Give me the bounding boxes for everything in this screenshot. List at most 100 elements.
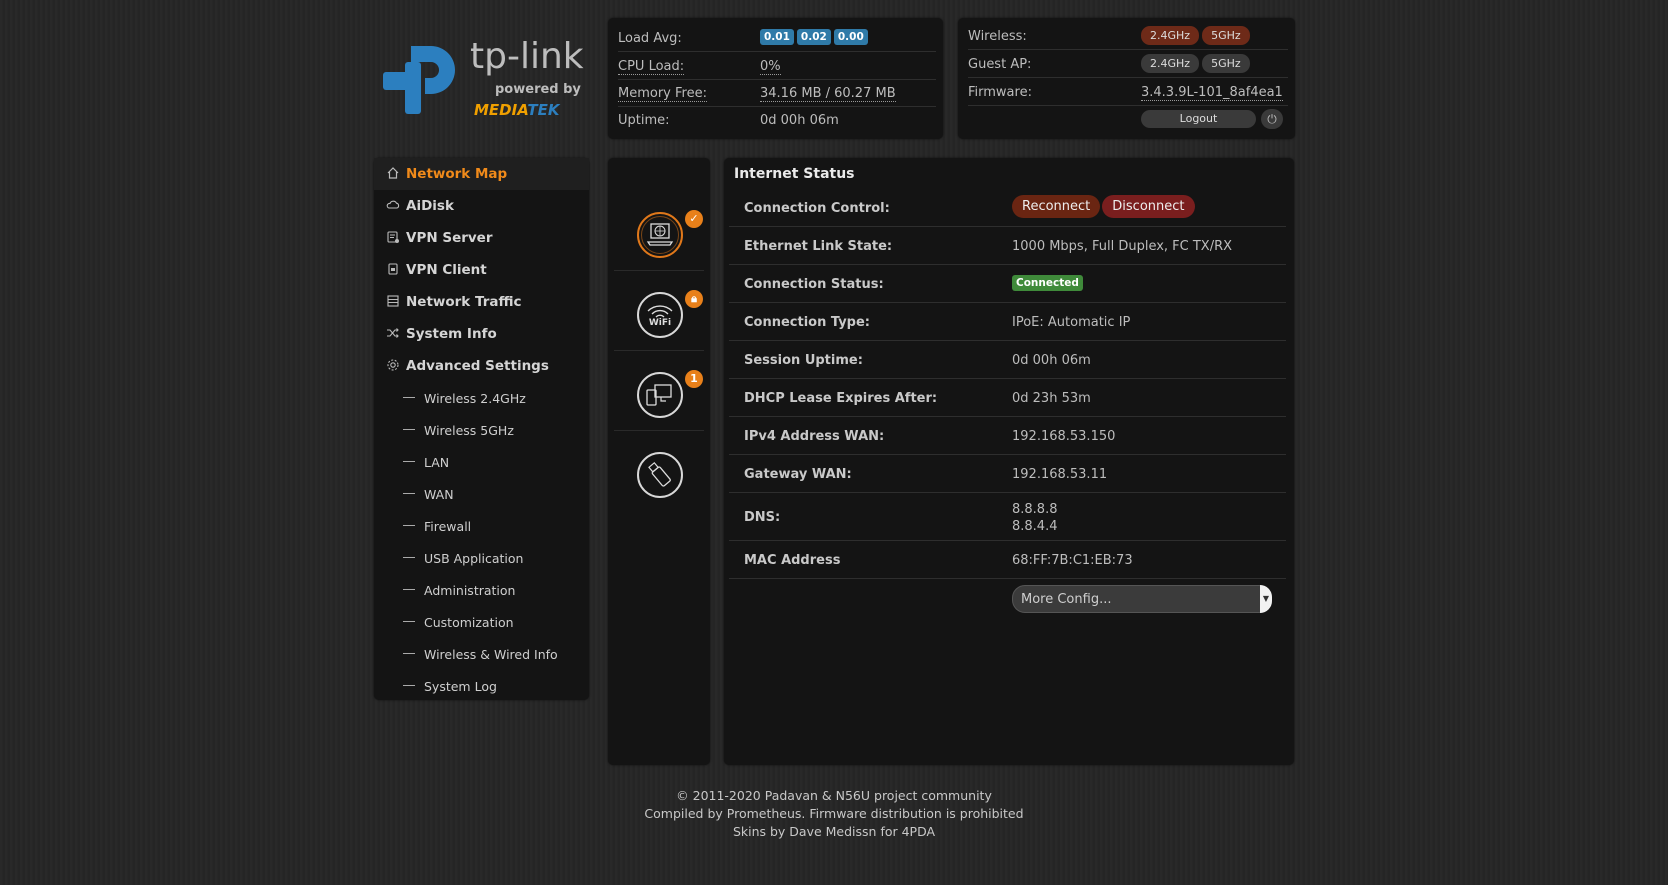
devices-icon[interactable] — [637, 372, 683, 418]
sidebar-sub-label: USB Application — [424, 551, 524, 566]
sidebar-sub-system-log[interactable]: System Log — [374, 670, 589, 702]
cpu-load-row: CPU Load: 0% — [618, 52, 936, 80]
dash-marker — [403, 557, 415, 558]
session-uptime-row: Session Uptime: 0d 00h 06m — [729, 341, 1286, 379]
sidebar-sub-firewall[interactable]: Firewall — [374, 510, 589, 542]
radio-status-panel: Wireless: 2.4GHz 5GHz Guest AP: 2.4GHz 5GH… — [958, 18, 1295, 139]
chevron-down-icon[interactable]: ▼ — [1260, 585, 1272, 613]
guest-ap-label: Guest AP: — [968, 57, 1032, 72]
uptime-row: Uptime: 0d 00h 06m — [618, 106, 936, 133]
load-avg-values: 0.01 0.02 0.00 — [760, 29, 871, 45]
wifi-status-tile[interactable]: WiFi 🔒︎ — [614, 270, 704, 351]
sidebar-item-system-info[interactable]: System Info — [374, 318, 589, 350]
memory-row: Memory Free: 34.16 MB / 60.27 MB — [618, 79, 936, 107]
internet-status-tile[interactable]: ✓ — [614, 190, 704, 271]
footer: © 2011-2020 Padavan & N56U project commu… — [560, 787, 1108, 841]
disconnect-button[interactable]: Disconnect — [1102, 195, 1195, 218]
memory-label[interactable]: Memory Free: — [618, 86, 707, 102]
connection-type-label: Connection Type: — [744, 315, 871, 330]
uptime-label: Uptime: — [618, 113, 670, 128]
sidebar-item-network-traffic[interactable]: Network Traffic — [374, 286, 589, 318]
sidebar-item-vpn-server[interactable]: VPN Server — [374, 222, 589, 254]
ipv4-value: 192.168.53.150 — [1012, 429, 1116, 444]
ethernet-label: Ethernet Link State: — [744, 239, 893, 254]
wireless-label: Wireless: — [968, 29, 1027, 44]
sidebar-sub-label: System Log — [424, 679, 497, 694]
wireless-24-toggle[interactable]: 2.4GHz — [1141, 26, 1200, 45]
sidebar-item-label: Network Map — [406, 166, 508, 182]
brand-wordmark: tp-link — [470, 36, 584, 77]
sidebar-sub-usb-application[interactable]: USB Application — [374, 542, 589, 574]
status-badge: Connected — [1012, 275, 1083, 291]
wifi-icon[interactable]: WiFi — [637, 292, 683, 338]
sidebar-sub-wireless-wired-info[interactable]: Wireless & Wired Info — [374, 638, 589, 670]
sidebar-item-label: System Info — [406, 326, 497, 342]
network-map-icons: ✓ WiFi 🔒︎ 1 — [608, 158, 710, 765]
check-icon: ✓ — [685, 210, 703, 228]
sidebar-item-label: VPN Client — [406, 262, 487, 278]
memory-value[interactable]: 34.16 MB / 60.27 MB — [760, 86, 896, 102]
sidebar-sub-wireless-5[interactable]: Wireless 5GHz — [374, 414, 589, 446]
more-config-label: More Config... — [1021, 592, 1112, 607]
mac-row: MAC Address 68:FF:7B:C1:EB:73 — [729, 541, 1286, 579]
sidebar-sub-label: Firewall — [424, 519, 472, 534]
sidebar-sub-wireless-24[interactable]: Wireless 2.4GHz — [374, 382, 589, 414]
sidebar-item-label: AiDisk — [406, 198, 454, 214]
connection-control-label: Connection Control: — [744, 201, 890, 216]
mediatek-wordmark: MEDIATEK — [474, 101, 560, 119]
connection-status-row: Connection Status: Connected — [729, 265, 1286, 303]
internet-status-panel: Internet Status Connection Control: Reco… — [724, 158, 1294, 765]
cpu-load-value[interactable]: 0% — [760, 59, 781, 75]
gear-icon — [386, 358, 400, 372]
traffic-icon — [386, 294, 400, 308]
cloud-icon — [386, 198, 400, 212]
wireless-row: Wireless: 2.4GHz 5GHz — [968, 22, 1288, 50]
load-avg-1: 0.01 — [760, 29, 794, 45]
guest-ap-row: Guest AP: 2.4GHz 5GHz — [968, 50, 1288, 78]
guest-5-toggle[interactable]: 5GHz — [1202, 54, 1250, 73]
dhcp-lease-value: 0d 23h 53m — [1012, 391, 1091, 406]
tp-link-logo-mark — [383, 46, 455, 114]
usb-status-tile[interactable] — [614, 430, 704, 510]
vpn-server-icon — [386, 230, 400, 244]
sidebar-item-network-map[interactable]: Network Map — [374, 158, 589, 190]
cpu-load-label[interactable]: CPU Load: — [618, 59, 685, 75]
dns-primary: 8.8.8.8 — [1012, 502, 1058, 517]
reconnect-button[interactable]: Reconnect — [1012, 195, 1101, 218]
guest-24-toggle[interactable]: 2.4GHz — [1141, 54, 1200, 73]
sidebar-sub-administration[interactable]: Administration — [374, 574, 589, 606]
internet-icon[interactable] — [637, 212, 683, 258]
clients-status-tile[interactable]: 1 — [614, 350, 704, 431]
logout-button[interactable]: Logout — [1141, 110, 1256, 128]
dash-marker — [403, 397, 415, 398]
dash-marker — [403, 621, 415, 622]
connection-status-value: Connected — [1012, 275, 1083, 291]
sidebar-sub-wan[interactable]: WAN — [374, 478, 589, 510]
dns-label: DNS: — [744, 510, 781, 525]
sidebar-sub-customization[interactable]: Customization — [374, 606, 589, 638]
system-status-panel: Load Avg: 0.01 0.02 0.00 CPU Load: 0% Memo… — [608, 18, 943, 139]
ipv4-row: IPv4 Address WAN: 192.168.53.150 — [729, 417, 1286, 455]
dash-marker — [403, 685, 415, 686]
dash-marker — [403, 589, 415, 590]
power-icon[interactable]: ⏻ — [1261, 109, 1283, 129]
sidebar-sub-lan[interactable]: LAN — [374, 446, 589, 478]
more-config-select[interactable]: More Config... ▼ — [1012, 585, 1272, 613]
sidebar-sub-label: Administration — [424, 583, 516, 598]
firmware-value[interactable]: 3.4.3.9L-101_8af4ea1 — [1141, 85, 1283, 101]
sidebar-item-aidisk[interactable]: AiDisk — [374, 190, 589, 222]
gateway-label: Gateway WAN: — [744, 467, 852, 482]
session-uptime-value: 0d 00h 06m — [1012, 353, 1091, 368]
usb-icon[interactable] — [637, 452, 683, 498]
wireless-pills: 2.4GHz 5GHz — [1141, 26, 1253, 45]
dns-secondary: 8.8.4.4 — [1012, 519, 1058, 534]
dash-marker — [403, 653, 415, 654]
connection-control-buttons: Reconnect Disconnect — [1012, 195, 1197, 218]
sidebar-item-vpn-client[interactable]: VPN Client — [374, 254, 589, 286]
sidebar-sub-label: Wireless 2.4GHz — [424, 391, 526, 406]
firmware-row: Firmware: 3.4.3.9L-101_8af4ea1 — [968, 78, 1288, 106]
ethernet-row: Ethernet Link State: 1000 Mbps, Full Dup… — [729, 227, 1286, 265]
sidebar-item-advanced-settings[interactable]: Advanced Settings — [374, 350, 589, 382]
wireless-5-toggle[interactable]: 5GHz — [1202, 26, 1250, 45]
dash-marker — [403, 461, 415, 462]
